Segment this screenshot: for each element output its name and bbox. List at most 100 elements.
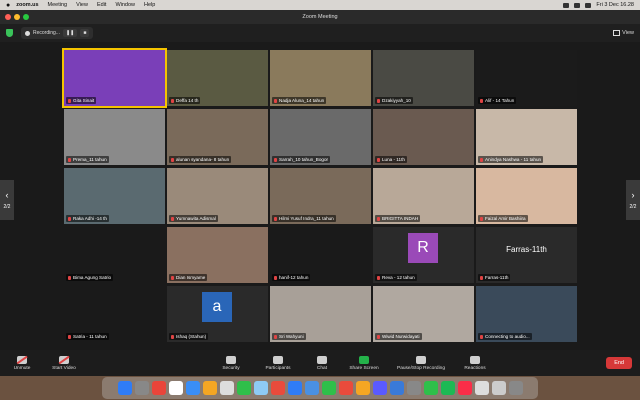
participant-tile[interactable]: Luna - 11th [373, 109, 474, 165]
menu-view[interactable]: View [76, 2, 88, 8]
participant-tile[interactable]: Prema_11 tahun [64, 109, 165, 165]
dock-app-icon[interactable] [287, 381, 302, 395]
participant-tile[interactable]: Satria - 11 tahun [64, 286, 165, 342]
pause-stop-recording-button[interactable]: Pause/Stop Recording [390, 355, 452, 371]
page-indicator-left: 2/2 [3, 204, 11, 210]
participant-tile[interactable]: Gita Sinait [62, 48, 167, 108]
end-meeting-button[interactable]: End [606, 357, 632, 369]
dock-app-icon[interactable] [423, 381, 438, 395]
dock-app-icon[interactable] [253, 381, 268, 395]
dock-app-icon[interactable] [440, 381, 455, 395]
dock-app-icon[interactable] [389, 381, 404, 395]
participant-tile[interactable]: Sarrah_10 tahun_Bogor [270, 109, 371, 165]
start-video-button[interactable]: Start Video [44, 355, 84, 371]
view-button[interactable]: View [613, 30, 634, 36]
window-titlebar: Zoom Meeting [0, 10, 640, 24]
participant-name-tag: Satria - 11 tahun [66, 333, 109, 340]
reactions-icon [470, 355, 480, 364]
chat-icon [317, 355, 327, 364]
participant-tile[interactable]: Connecting to audio... [476, 286, 577, 342]
dock-app-icon[interactable] [236, 381, 251, 395]
apple-icon[interactable]: ● [6, 2, 10, 9]
menu-app[interactable]: zoom.us [16, 2, 38, 8]
participant-name: hanif-12 tahun [279, 275, 309, 280]
screen: ● zoom.us Meeting View Edit Window Help … [0, 0, 640, 400]
menu-edit[interactable]: Edit [97, 2, 106, 8]
wifi-icon[interactable] [574, 2, 581, 8]
participant-name: Raka Adhi -14 th [73, 216, 107, 221]
participant-tile[interactable]: R Reva - 12 tahun [373, 227, 474, 283]
dock-app-icon[interactable] [151, 381, 166, 395]
search-icon[interactable] [585, 2, 592, 8]
dock-app-icon[interactable] [406, 381, 421, 395]
participant-tile[interactable]: Dzakiyyah_10 [373, 50, 474, 106]
muted-mic-icon [171, 98, 174, 103]
dock-app-icon[interactable] [338, 381, 353, 395]
participants-button[interactable]: Participants [258, 355, 298, 371]
participant-tile[interactable]: Dian Ismyame [167, 227, 268, 283]
participant-avatar-letter: a [202, 292, 232, 322]
participant-tile[interactable]: alunan syandana- 8 tahun [167, 109, 268, 165]
dock-app-icon[interactable] [168, 381, 183, 395]
menu-window[interactable]: Window [115, 2, 135, 8]
muted-mic-icon [68, 334, 71, 339]
microphone-muted-icon [17, 355, 27, 364]
dock-app-icon[interactable] [134, 381, 149, 395]
participant-name-tag: Connecting to audio... [478, 333, 532, 340]
next-page-button[interactable]: › 2/2 [626, 180, 640, 220]
unmute-button[interactable]: Unmute [8, 355, 36, 371]
muted-mic-icon [68, 216, 71, 221]
stop-recording-button[interactable]: ■ [80, 29, 90, 37]
participant-tile[interactable]: Hilmi Yusuf Indra_11 tahun [270, 168, 371, 224]
participant-tile[interactable]: Alif - 14 Tahun [476, 50, 577, 106]
dock-app-icon[interactable] [117, 381, 132, 395]
participant-tile[interactable]: Anindya Nashwa - 11 tahun [476, 109, 577, 165]
menu-help[interactable]: Help [144, 2, 155, 8]
recording-indicator: Recording... ❚❚ ■ [21, 27, 94, 39]
dock-app-icon[interactable] [508, 381, 523, 395]
dock-app-icon[interactable] [372, 381, 387, 395]
dock-app-icon[interactable] [457, 381, 472, 395]
reactions-button[interactable]: Reactions [460, 355, 490, 371]
dock-app-icon[interactable] [304, 381, 319, 395]
menubar-clock[interactable]: Fri 3 Dec 16.28 [596, 2, 634, 8]
dock-app-icon[interactable] [491, 381, 506, 395]
dock-app-icon[interactable] [355, 381, 370, 395]
previous-page-button[interactable]: ‹ 2/2 [0, 180, 14, 220]
minimize-window-button[interactable] [14, 14, 20, 20]
menu-meeting[interactable]: Meeting [48, 2, 68, 8]
pause-recording-button[interactable]: ❚❚ [62, 29, 78, 37]
participant-tile[interactable]: Raka Adhi -14 th [64, 168, 165, 224]
participant-tile[interactable]: hanif-12 tahun [270, 227, 371, 283]
dock-app-icon[interactable] [219, 381, 234, 395]
participant-tile[interactable]: Sri Wahyuni [270, 286, 371, 342]
dock-app-icon[interactable] [474, 381, 489, 395]
chevron-left-icon: ‹ [5, 190, 9, 200]
participant-name-tag: Gita Sinait [66, 97, 97, 104]
participant-tile[interactable]: BRIGITTA INDAH [373, 168, 474, 224]
participant-tile[interactable]: Nadja Aluna_14 tahun [270, 50, 371, 106]
participant-tile[interactable]: Deffa 14 th [167, 50, 268, 106]
zoom-window-button[interactable] [23, 14, 29, 20]
battery-icon[interactable] [563, 2, 570, 8]
participant-name: Deffa 14 th [176, 98, 199, 103]
dock-app-icon[interactable] [185, 381, 200, 395]
meeting-topbar: Recording... ❚❚ ■ View [0, 24, 640, 42]
chat-button[interactable]: Chat [310, 355, 334, 371]
participant-name: Anindya Nashwa - 11 tahun [485, 157, 542, 162]
participant-tile[interactable]: Bima Agung Satrio [64, 227, 165, 283]
participant-tile[interactable]: Yumnawita Adismal [167, 168, 268, 224]
share-screen-button[interactable]: Share Screen [344, 355, 384, 371]
close-window-button[interactable] [5, 14, 11, 20]
participant-tile[interactable]: a Ishaq (Stahun) [167, 286, 268, 342]
shield-icon[interactable] [6, 29, 13, 37]
dock-app-icon[interactable] [270, 381, 285, 395]
participant-tile[interactable]: Farras-11th Farras-11th [476, 227, 577, 283]
security-button[interactable]: Security [214, 355, 248, 371]
participant-tile[interactable]: Faizal Amir Bashiira [476, 168, 577, 224]
window-title: Zoom Meeting [302, 14, 338, 20]
dock-app-icon[interactable] [321, 381, 336, 395]
participant-tile[interactable]: Wiwid Nurwidayati [373, 286, 474, 342]
dock-app-icon[interactable] [202, 381, 217, 395]
macos-menubar: ● zoom.us Meeting View Edit Window Help … [0, 0, 640, 10]
